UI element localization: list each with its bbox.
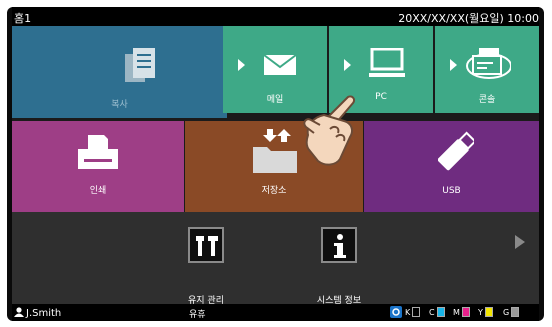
usb-tile[interactable]: USB: [364, 121, 539, 212]
ink-c: C: [429, 307, 445, 317]
device-frame: 홈1 20XX/XX/XX(월요일) 10:00 복사 메일 PC 콘솔 인쇄 …: [7, 7, 544, 321]
pointing-hand-icon: [303, 95, 356, 166]
play-arrow-icon: [238, 59, 245, 71]
maintenance-button[interactable]: [188, 227, 224, 263]
ink-y: Y: [478, 307, 493, 317]
next-page-arrow-icon[interactable]: [515, 235, 525, 249]
ink-m: M: [453, 307, 470, 317]
user-name: J.Smith: [26, 308, 62, 319]
console-label: 콘솔: [478, 95, 496, 105]
home-page-label: 홈1: [14, 12, 32, 25]
play-arrow-icon: [344, 59, 351, 71]
bottom-status-bar: J.Smith 유휴 K C M Y G: [12, 304, 539, 321]
pc-icon: [369, 48, 405, 77]
ink-k: K: [405, 307, 421, 317]
usb-drive-icon: [438, 131, 474, 171]
mail-icon: [263, 54, 297, 75]
machine-state: 유휴: [189, 310, 206, 320]
system-info-button[interactable]: [321, 227, 357, 263]
scan-console-button[interactable]: 콘솔: [435, 26, 539, 113]
tools-icon: [196, 236, 218, 256]
datetime: 20XX/XX/XX(월요일) 10:00: [398, 12, 539, 25]
play-arrow-icon: [450, 59, 457, 71]
ink-g: G: [503, 307, 520, 317]
tools-band: [12, 212, 539, 304]
status-bar: 홈1 20XX/XX/XX(월요일) 10:00: [12, 7, 539, 26]
user-info[interactable]: J.Smith: [14, 307, 61, 319]
storage-label: 저장소: [261, 186, 287, 196]
print-tile[interactable]: 인쇄: [12, 121, 184, 212]
screen: 홈1 20XX/XX/XX(월요일) 10:00 복사 메일 PC 콘솔 인쇄 …: [12, 7, 539, 321]
storage-folder-icon: [253, 129, 297, 173]
print-icon: [78, 135, 118, 169]
info-icon: [334, 234, 346, 258]
user-icon: [14, 307, 24, 317]
ink-status-icon: [390, 306, 402, 318]
copy-icon: [125, 48, 155, 82]
console-icon: [466, 48, 511, 79]
print-label: 인쇄: [89, 186, 107, 196]
usb-label: USB: [442, 186, 461, 196]
copy-label: 복사: [111, 100, 128, 110]
copy-tile[interactable]: 복사: [12, 26, 227, 118]
scan-destination-menu: 메일 PC 콘솔: [223, 26, 539, 113]
